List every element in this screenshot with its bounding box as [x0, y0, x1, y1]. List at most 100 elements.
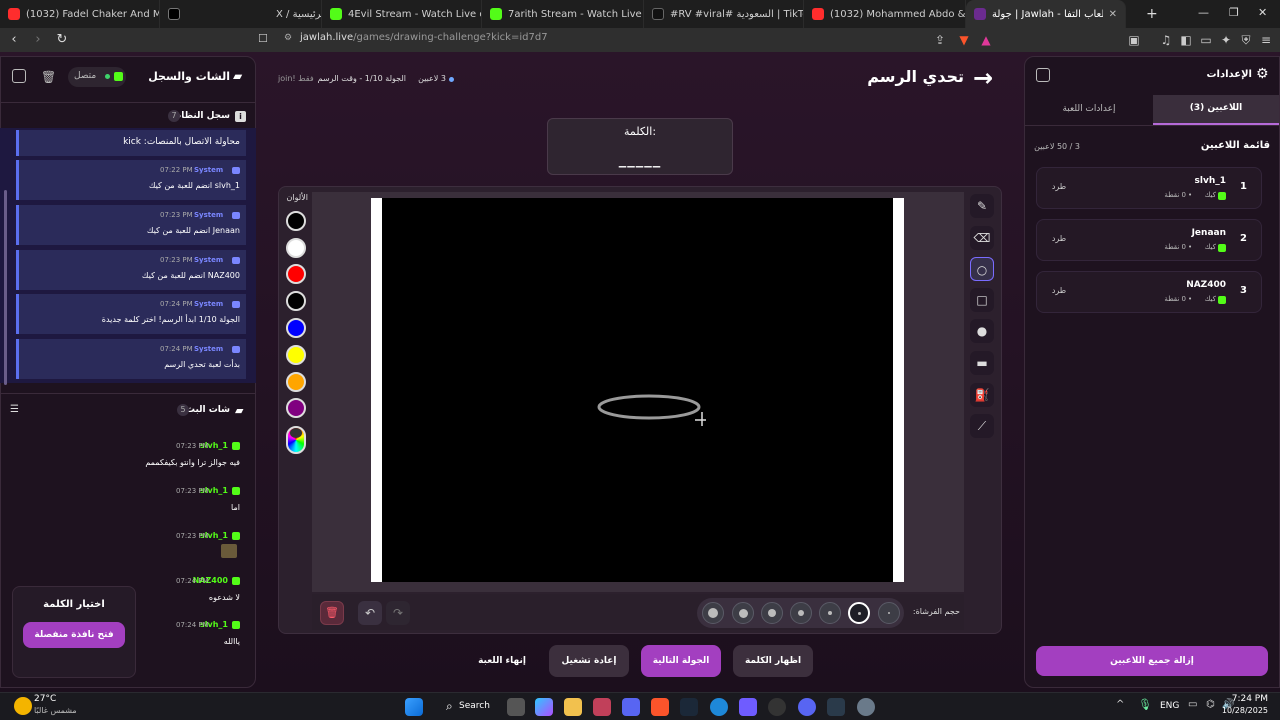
sort-icon[interactable]: ☰: [10, 404, 19, 415]
brush-size-option[interactable]: [790, 602, 812, 624]
url-field[interactable]: jawlah.live/games/drawing-challenge?kick…: [300, 32, 548, 43]
vpn-icon[interactable]: ⛨: [1238, 32, 1254, 48]
obs-icon[interactable]: [768, 698, 786, 716]
jawlah-icon: [974, 8, 986, 20]
circle-tool-icon[interactable]: ○: [970, 257, 994, 281]
remove-all-players-button[interactable]: إزالة جميع اللاعبين: [1036, 646, 1268, 676]
divider: [1024, 125, 1280, 126]
color-swatch[interactable]: [286, 318, 306, 338]
filled-rectangle-tool-icon[interactable]: ▬: [970, 351, 994, 375]
line-tool-icon[interactable]: ⟋: [970, 414, 994, 438]
settings-icon[interactable]: [857, 698, 875, 716]
message-sender: System: [194, 256, 224, 264]
player-platform: كيك: [1204, 191, 1216, 199]
screenshot-icon[interactable]: ▣: [1126, 32, 1142, 48]
eraser-tool-icon[interactable]: ⌫: [970, 226, 994, 250]
trash-icon[interactable]: 🗑: [41, 70, 56, 84]
menu-icon[interactable]: ≡: [1258, 32, 1274, 48]
brush-size-option[interactable]: [702, 602, 724, 624]
site-info-icon[interactable]: ⚙: [284, 33, 292, 43]
microphone-icon[interactable]: 🎙: [1138, 698, 1152, 711]
edge-icon[interactable]: [710, 698, 728, 716]
reload-icon[interactable]: ↻: [52, 30, 72, 50]
discord-alt-icon[interactable]: [798, 698, 816, 716]
search-icon[interactable]: ⌕: [446, 699, 453, 714]
brush-size-option[interactable]: [732, 602, 754, 624]
color-swatch[interactable]: [286, 345, 306, 365]
chat-time: 07:23 PM: [176, 532, 209, 540]
discord-icon[interactable]: [622, 698, 640, 716]
kick-icon: [232, 487, 240, 495]
language-indicator[interactable]: ENG: [1160, 701, 1179, 711]
forward-icon[interactable]: ›: [28, 30, 48, 50]
collapse-panel-icon[interactable]: [12, 69, 26, 83]
sidebar-icon[interactable]: ◧: [1178, 32, 1194, 48]
tab-game-settings[interactable]: إعدادات اللعبة: [1026, 104, 1152, 114]
color-swatch[interactable]: [286, 372, 306, 392]
app-icon[interactable]: [739, 698, 757, 716]
browser-tab[interactable]: #RV #viral# السعودية | TikTok: [644, 0, 804, 28]
close-tab-icon[interactable]: ✕: [1103, 9, 1117, 20]
brush-size-option[interactable]: [761, 602, 783, 624]
brush-size-option[interactable]: [878, 602, 900, 624]
close-window-icon[interactable]: ✕: [1258, 6, 1267, 19]
browser-tab-active[interactable]: جولة | Jawlah - منصة الألعاب التفا✕: [966, 0, 1126, 28]
player-points: 0 نقطة: [1164, 295, 1186, 303]
drawing-canvas[interactable]: [382, 198, 893, 582]
kick-player-button[interactable]: طرد: [1044, 286, 1074, 295]
color-swatch[interactable]: [286, 264, 306, 284]
share-icon[interactable]: ⇪: [932, 32, 948, 48]
collapse-settings-icon[interactable]: [1036, 68, 1050, 82]
store-icon[interactable]: [593, 698, 611, 716]
x-logo-icon: [168, 8, 180, 20]
back-arrow-icon[interactable]: →: [973, 64, 993, 92]
media-icon[interactable]: ♫: [1158, 32, 1174, 48]
steam-icon[interactable]: [680, 698, 698, 716]
minimize-icon[interactable]: —: [1198, 6, 1209, 19]
color-swatch[interactable]: [286, 398, 306, 418]
restart-button[interactable]: إعادة تشغيل: [549, 645, 629, 677]
display-icon[interactable]: ▭: [1188, 699, 1197, 710]
back-icon[interactable]: ‹: [4, 30, 24, 50]
wallet-icon[interactable]: ▭: [1198, 32, 1214, 48]
browser-tab[interactable]: 4Evil Stream - Watch Live on Kick: [322, 0, 482, 28]
search-label[interactable]: Search: [459, 701, 490, 711]
end-game-button[interactable]: إنهاء اللعبة: [466, 645, 538, 677]
brave-shield-icon[interactable]: ▼: [956, 32, 972, 48]
brave-rewards-icon[interactable]: ▲: [978, 32, 994, 48]
new-tab-icon[interactable]: +: [1146, 6, 1158, 22]
player-points: 0 نقطة: [1164, 243, 1186, 251]
show-word-button[interactable]: اظهار الكلمة: [733, 645, 813, 677]
pencil-tool-icon[interactable]: ✎: [970, 194, 994, 218]
excel-icon[interactable]: [827, 698, 845, 716]
browser-tab[interactable]: (1032) Mohammed Abdo & Aye: [804, 0, 966, 28]
bookmark-icon[interactable]: ☐: [258, 32, 268, 45]
kick-player-button[interactable]: طرد: [1044, 234, 1074, 243]
open-window-button[interactable]: فتح نافذة منفصلة: [23, 622, 125, 648]
brush-size-option[interactable]: [819, 602, 841, 624]
redo-icon[interactable]: ↷: [386, 601, 410, 625]
file-explorer-icon[interactable]: [564, 698, 582, 716]
rectangle-tool-icon[interactable]: □: [970, 288, 994, 312]
brush-size-option[interactable]: [848, 602, 870, 624]
copilot-icon[interactable]: [535, 698, 553, 716]
browser-tab[interactable]: (1032) Fadel Chaker And Mohamed: [0, 0, 160, 28]
next-round-button[interactable]: الجولة التالية: [641, 645, 721, 677]
kick-player-button[interactable]: طرد: [1044, 182, 1074, 191]
restore-icon[interactable]: ❐: [1229, 6, 1239, 19]
chevron-up-icon[interactable]: ^: [1116, 699, 1124, 710]
color-swatch[interactable]: [286, 211, 306, 231]
scrollbar[interactable]: [4, 190, 7, 385]
task-view-icon[interactable]: [507, 698, 525, 716]
color-swatch[interactable]: [286, 291, 306, 311]
undo-icon[interactable]: ↶: [358, 601, 382, 625]
color-swatch[interactable]: [286, 238, 306, 258]
clear-canvas-icon[interactable]: 🗑: [320, 601, 344, 625]
brave-icon[interactable]: [651, 698, 669, 716]
browser-tab[interactable]: 7arith Stream - Watch Live on Kick: [482, 0, 644, 28]
leo-ai-icon[interactable]: ✦: [1218, 32, 1234, 48]
filled-circle-tool-icon[interactable]: ●: [970, 319, 994, 343]
browser-tab[interactable]: X / الرئيسية: [160, 0, 322, 28]
windows-start-icon[interactable]: [405, 698, 423, 716]
fill-bucket-tool-icon[interactable]: ⛽: [970, 383, 994, 407]
